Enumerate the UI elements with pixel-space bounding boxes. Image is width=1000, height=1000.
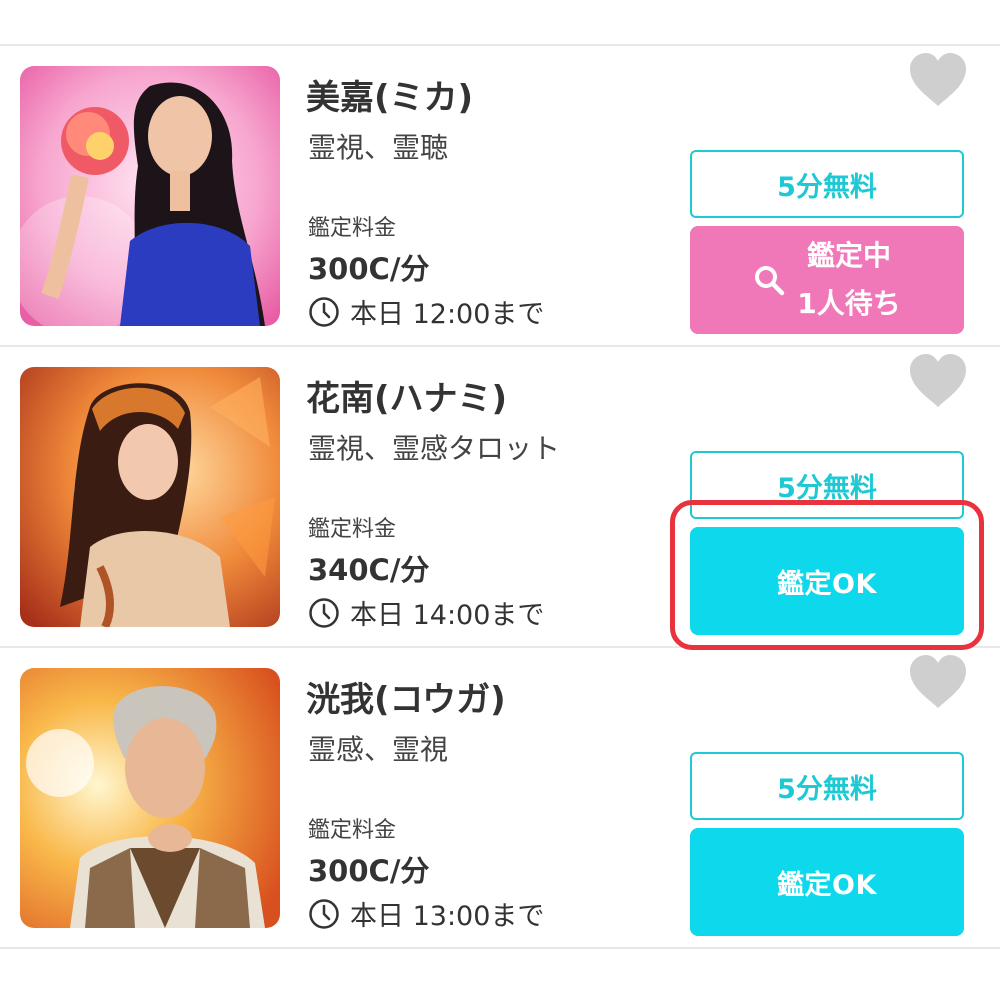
- fortune-teller-photo[interactable]: [20, 66, 280, 326]
- clock-icon: [308, 898, 340, 930]
- heart-icon: [908, 654, 968, 710]
- free-trial-badge[interactable]: 5分無料: [690, 150, 964, 218]
- favorite-button[interactable]: [908, 353, 968, 409]
- hours-text: 本日 14:00まで: [350, 600, 545, 631]
- status-label: 鑑定OK: [777, 568, 877, 600]
- fee-value: 340C/分: [308, 553, 430, 587]
- portrait-image: [20, 668, 280, 928]
- fee-label: 鑑定料金: [308, 517, 397, 542]
- fortune-teller-genres: 霊視、霊感タロット: [308, 432, 561, 465]
- portrait-image: [20, 66, 280, 326]
- status-button-busy[interactable]: 鑑定中 1人待ち: [690, 226, 964, 334]
- hours-row: 本日 13:00まで: [308, 894, 544, 933]
- free-trial-badge[interactable]: 5分無料: [690, 752, 964, 820]
- fortune-teller-name[interactable]: 花南(ハナミ): [306, 371, 507, 420]
- hours-text: 本日 13:00まで: [350, 901, 545, 932]
- fee-value: 300C/分: [308, 854, 430, 888]
- hours-text: 本日 12:00まで: [350, 299, 545, 330]
- free-trial-badge[interactable]: 5分無料: [690, 451, 964, 519]
- portrait-image: [20, 367, 280, 627]
- heart-icon: [908, 353, 968, 409]
- fortune-teller-card[interactable]: 美嘉(ミカ) 霊視、霊聴 鑑定料金 300C/分 本日 12:00まで 5分無料…: [0, 46, 1000, 347]
- fee-label: 鑑定料金: [308, 818, 397, 843]
- hours-row: 本日 12:00まで: [308, 292, 544, 331]
- clock-icon: [308, 296, 340, 328]
- card-divider: [0, 947, 1000, 949]
- fortune-teller-genres: 霊視、霊聴: [308, 131, 449, 164]
- status-button-available[interactable]: 鑑定OK: [690, 527, 964, 635]
- favorite-button[interactable]: [908, 52, 968, 108]
- fee-label: 鑑定料金: [308, 216, 397, 241]
- hours-row: 本日 14:00まで: [308, 593, 544, 632]
- fortune-teller-photo[interactable]: [20, 367, 280, 627]
- clock-icon: [308, 597, 340, 629]
- heart-icon: [908, 52, 968, 108]
- fee-value: 300C/分: [308, 252, 430, 286]
- search-icon: [753, 264, 785, 296]
- status-label: 鑑定OK: [777, 869, 877, 901]
- status-button-available[interactable]: 鑑定OK: [690, 828, 964, 936]
- queue-label: 1人待ち: [797, 287, 901, 320]
- fortune-teller-genres: 霊感、霊視: [308, 733, 449, 766]
- fortune-teller-card[interactable]: 洸我(コウガ) 霊感、霊視 鑑定料金 300C/分 本日 13:00まで 5分無…: [0, 648, 1000, 949]
- fortune-teller-card[interactable]: 花南(ハナミ) 霊視、霊感タロット 鑑定料金 340C/分 本日 14:00まで…: [0, 347, 1000, 648]
- fortune-teller-name[interactable]: 美嘉(ミカ): [306, 70, 473, 119]
- fortune-teller-name[interactable]: 洸我(コウガ): [306, 672, 506, 721]
- status-label: 鑑定中: [806, 239, 891, 272]
- favorite-button[interactable]: [908, 654, 968, 710]
- fortune-teller-photo[interactable]: [20, 668, 280, 928]
